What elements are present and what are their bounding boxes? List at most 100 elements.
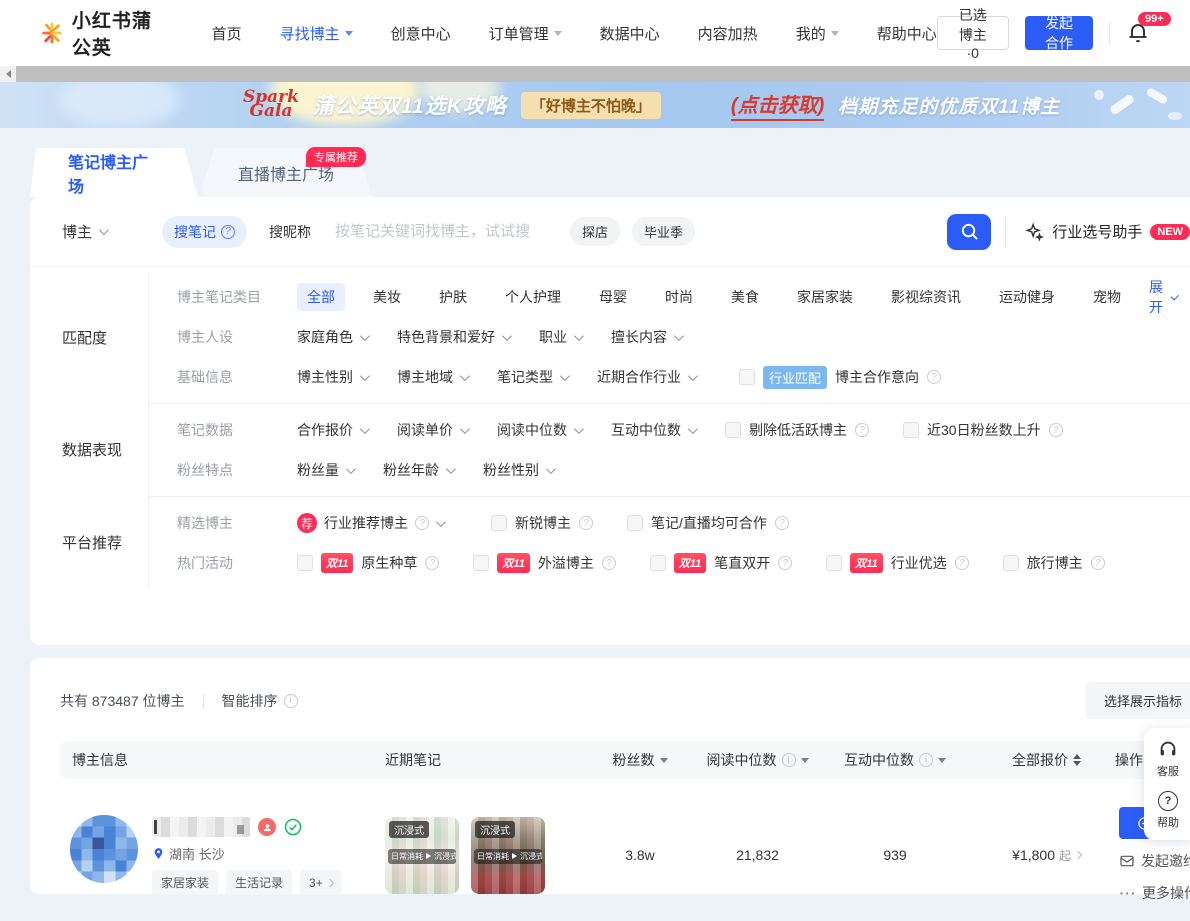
search-mode-note-pill[interactable]: 搜笔记: [162, 216, 247, 248]
checkbox-note-live-both[interactable]: 笔记/直播均可合作: [627, 513, 789, 533]
checkbox[interactable]: [739, 369, 755, 385]
checkbox[interactable]: [826, 555, 842, 571]
choose-metrics-button[interactable]: 选择展示指标: [1086, 682, 1190, 719]
category-fashion[interactable]: 时尚: [655, 283, 703, 311]
hot-tag-visit-store[interactable]: 探店: [570, 217, 620, 246]
search-mode-nickname[interactable]: 搜昵称: [269, 222, 311, 242]
question-icon[interactable]: [775, 516, 789, 530]
checkbox[interactable]: [650, 555, 666, 571]
search-input[interactable]: [335, 223, 570, 240]
more-operations-button[interactable]: 更多操作: [1119, 883, 1190, 903]
dropdown-fans-gender[interactable]: 粉丝性别: [483, 460, 553, 480]
checkbox-exclude-inactive[interactable]: 剔除低活跃博主: [725, 420, 869, 440]
dropdown-note-type[interactable]: 笔记类型: [497, 367, 567, 387]
promo-banner[interactable]: SparkGala 蒲公英双11选K攻略 「好博主不怕晚」 (点击获取) 档期充…: [0, 82, 1190, 128]
dropdown-occupation[interactable]: 职业: [539, 327, 581, 347]
category-food[interactable]: 美食: [721, 283, 769, 311]
horizontal-scrollbar[interactable]: [0, 66, 1190, 82]
nav-item-help-center[interactable]: 帮助中心: [877, 23, 937, 44]
col-interact-median-sort[interactable]: 互动中位数: [825, 750, 965, 770]
hot-tag-graduation[interactable]: 毕业季: [632, 217, 695, 246]
dropdown-fans-count[interactable]: 粉丝量: [297, 460, 353, 480]
category-pets[interactable]: 宠物: [1083, 283, 1131, 311]
question-icon[interactable]: [415, 516, 429, 530]
blogger-info-cell[interactable]: 湖南 长沙 家居家装 生活记录 3+: [60, 815, 385, 895]
nav-item-content-heating[interactable]: 内容加热: [698, 23, 758, 44]
question-icon[interactable]: [778, 556, 792, 570]
checkbox[interactable]: [725, 422, 741, 438]
category-skincare[interactable]: 护肤: [429, 283, 477, 311]
more-tags-button[interactable]: 3+: [300, 870, 342, 895]
checkbox-d11-industry-select[interactable]: 双11 行业优选: [826, 553, 968, 573]
dropdown-background-hobby[interactable]: 特色背景和爱好: [397, 327, 509, 347]
brand-logo[interactable]: 小红书蒲公英: [40, 6, 168, 60]
selected-bloggers-button[interactable]: 已选博主·0: [937, 16, 1009, 50]
category-beauty[interactable]: 美妆: [363, 283, 411, 311]
note-thumbnail[interactable]: 沉浸式 日常消耗沉浸式补货: [471, 817, 545, 894]
checkbox[interactable]: [1003, 555, 1019, 571]
checkbox-d11-note-live[interactable]: 双11 笔直双开: [650, 553, 792, 573]
nav-item-home[interactable]: 首页: [212, 23, 242, 44]
category-personal-care[interactable]: 个人护理: [495, 283, 571, 311]
category-media[interactable]: 影视综资讯: [881, 283, 971, 311]
search-scope-dropdown[interactable]: 博主: [62, 221, 106, 242]
category-maternity[interactable]: 母婴: [589, 283, 637, 311]
category-fitness[interactable]: 运动健身: [989, 283, 1065, 311]
question-icon[interactable]: [855, 423, 869, 437]
customer-service-button[interactable]: 客服: [1157, 738, 1179, 779]
checkbox-d11-native-seeding[interactable]: 双11 原生种草: [297, 553, 439, 573]
smart-sort-dropdown[interactable]: 智能排序: [222, 691, 298, 711]
note-thumbnail[interactable]: 沉浸式 日常消耗沉浸式补货: [385, 817, 459, 894]
checkbox-d11-spillover[interactable]: 双11 外溢博主: [473, 553, 615, 573]
question-icon[interactable]: [1049, 423, 1063, 437]
question-icon[interactable]: [927, 370, 941, 384]
price-cell[interactable]: ¥1,800 起: [965, 847, 1115, 864]
avatar[interactable]: [70, 815, 138, 883]
scrollbar-thumb[interactable]: [16, 66, 1190, 82]
dropdown-read-unit-price[interactable]: 阅读单价: [397, 420, 467, 440]
checkbox-industry-match-intent[interactable]: 行业匹配 博主合作意向: [739, 366, 941, 389]
checkbox-new-blogger[interactable]: 新锐博主: [491, 513, 593, 533]
nav-item-data-center[interactable]: 数据中心: [600, 23, 660, 44]
dropdown-interact-median[interactable]: 互动中位数: [611, 420, 695, 440]
dropdown-industry-recommend[interactable]: 荐 行业推荐博主: [297, 513, 443, 533]
checkbox[interactable]: [297, 555, 313, 571]
question-icon[interactable]: [1091, 556, 1105, 570]
question-icon[interactable]: [955, 556, 969, 570]
question-icon[interactable]: [579, 516, 593, 530]
checkbox[interactable]: [627, 515, 643, 531]
nav-item-order-management[interactable]: 订单管理: [489, 23, 562, 44]
nav-item-creative-center[interactable]: 创意中心: [391, 23, 451, 44]
col-read-median-sort[interactable]: 阅读中位数: [690, 750, 825, 770]
nav-item-mine[interactable]: 我的: [796, 23, 839, 44]
dropdown-content-strength[interactable]: 擅长内容: [611, 327, 681, 347]
checkbox-travel-blogger[interactable]: 旅行博主: [1003, 553, 1105, 573]
expand-button[interactable]: 展开: [1149, 277, 1176, 317]
question-icon[interactable]: [425, 556, 439, 570]
col-fans-sort[interactable]: 粉丝数: [590, 750, 690, 770]
dropdown-region[interactable]: 博主地域: [397, 367, 467, 387]
industry-assistant[interactable]: 行业选号助手 NEW: [1005, 216, 1190, 248]
checkbox[interactable]: [491, 515, 507, 531]
banner-click-cta[interactable]: (点击获取): [731, 89, 824, 121]
dropdown-gender[interactable]: 博主性别: [297, 367, 367, 387]
tab-note-blogger-plaza[interactable]: 笔记博主广场: [30, 148, 198, 197]
dropdown-read-median[interactable]: 阅读中位数: [497, 420, 581, 440]
invite-button[interactable]: 发起邀约: [1119, 851, 1190, 871]
search-button[interactable]: [947, 214, 991, 250]
dropdown-fans-age[interactable]: 粉丝年龄: [383, 460, 453, 480]
dropdown-family-role[interactable]: 家庭角色: [297, 327, 367, 347]
question-icon[interactable]: [602, 556, 616, 570]
help-button[interactable]: ? 帮助: [1157, 791, 1179, 830]
nav-item-find-bloggers[interactable]: 寻找博主: [280, 23, 353, 44]
scroll-left-button[interactable]: [0, 66, 16, 82]
col-price-sort[interactable]: 全部报价: [965, 750, 1115, 770]
category-home[interactable]: 家居家装: [787, 283, 863, 311]
dropdown-coop-price[interactable]: 合作报价: [297, 420, 367, 440]
notification-bell[interactable]: 99+: [1126, 20, 1150, 46]
checkbox[interactable]: [473, 555, 489, 571]
dropdown-recent-coop-industry[interactable]: 近期合作行业: [597, 367, 695, 387]
start-cooperation-button[interactable]: 发起合作: [1025, 16, 1094, 50]
category-all[interactable]: 全部: [297, 283, 345, 311]
checkbox-fans-rising[interactable]: 近30日粉丝数上升: [903, 420, 1063, 440]
